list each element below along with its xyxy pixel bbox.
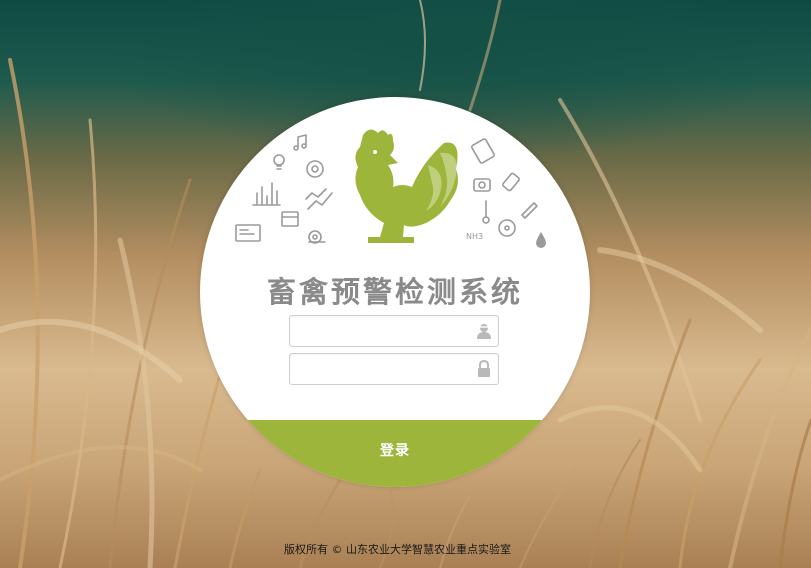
music-note-icon xyxy=(293,134,307,151)
password-field[interactable] xyxy=(289,353,499,385)
login-button[interactable]: 登录 xyxy=(200,420,590,487)
system-title: 畜禽预警检测系统 xyxy=(266,275,523,309)
lock-icon xyxy=(478,360,490,377)
tape-icon xyxy=(308,230,326,244)
lightbulb-icon xyxy=(273,154,285,170)
camera-icon xyxy=(473,178,491,192)
rooster-logo xyxy=(355,129,458,243)
nh3-icon: NH3 xyxy=(466,232,483,241)
thermometer-icon xyxy=(482,200,490,224)
phone-icon xyxy=(502,172,520,192)
tablet-icon xyxy=(471,138,495,164)
bar-chart-icon xyxy=(252,182,281,206)
user-icon xyxy=(477,324,491,339)
monitor-icon xyxy=(235,224,261,242)
password-input[interactable] xyxy=(296,354,468,384)
target-icon xyxy=(306,160,324,178)
pencil-icon xyxy=(521,202,538,219)
calendar-icon xyxy=(281,211,299,227)
water-drop-icon xyxy=(536,232,546,248)
copyright-text: 版权所有 © 山东农业大学智慧农业重点实验室 xyxy=(284,543,511,556)
username-input[interactable] xyxy=(296,316,468,346)
login-button-label: 登录 xyxy=(380,442,410,458)
fan-icon xyxy=(498,219,516,237)
username-field[interactable] xyxy=(289,315,499,347)
trend-line-icon xyxy=(305,188,333,210)
login-panel: NH3 畜禽预警检测系统 登录 xyxy=(200,97,590,487)
decorative-icon-cluster: NH3 xyxy=(235,129,546,248)
